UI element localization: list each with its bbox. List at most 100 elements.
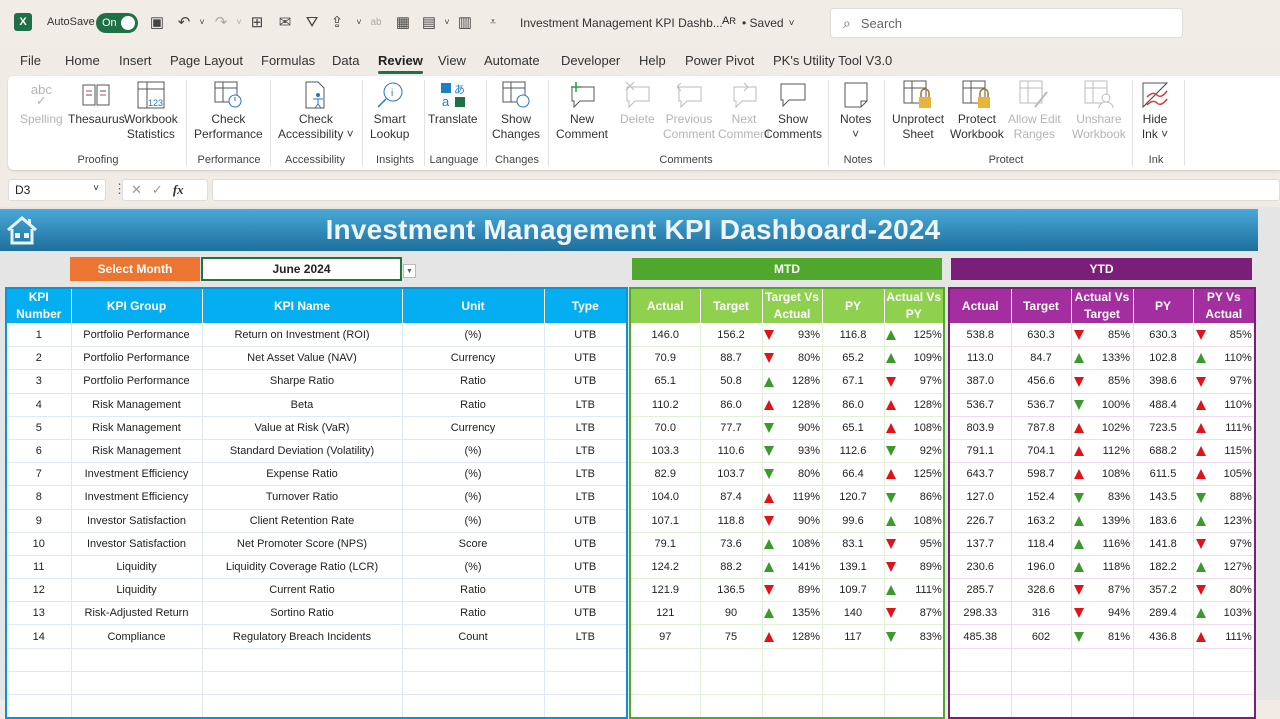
kpi-number[interactable]: 14 bbox=[5, 624, 72, 649]
empty-cell[interactable] bbox=[543, 693, 628, 719]
ytd-actual[interactable]: 113.0 bbox=[948, 346, 1012, 371]
empty-cell[interactable] bbox=[761, 693, 823, 719]
kpi-unit[interactable]: Currency bbox=[401, 415, 545, 440]
tab-insert[interactable]: Insert bbox=[119, 50, 152, 71]
kpi-name[interactable]: Sharpe Ratio bbox=[201, 369, 403, 394]
empty-cell[interactable] bbox=[70, 670, 203, 696]
spelling-button[interactable]: abc ✓ Spelling bbox=[20, 80, 63, 127]
kpi-type[interactable]: LTB bbox=[543, 485, 628, 510]
filter-icon[interactable]: ⛛ bbox=[303, 13, 321, 31]
ytd-py[interactable]: 630.3 bbox=[1132, 322, 1194, 348]
ytd-py[interactable]: 141.8 bbox=[1132, 531, 1194, 556]
empty-cell[interactable] bbox=[70, 693, 203, 719]
empty-cell[interactable] bbox=[1010, 693, 1072, 719]
kpi-name[interactable]: Value at Risk (VaR) bbox=[201, 415, 403, 440]
empty-cell[interactable] bbox=[699, 670, 763, 696]
saved-status[interactable]: • Saved ˅ bbox=[742, 16, 794, 30]
kpi-group[interactable]: Risk-Adjusted Return bbox=[70, 601, 203, 626]
kpi-number[interactable]: 2 bbox=[5, 346, 72, 371]
mtd-target[interactable]: 90 bbox=[699, 601, 763, 626]
empty-cell[interactable] bbox=[1132, 647, 1194, 672]
kpi-number[interactable]: 12 bbox=[5, 578, 72, 603]
empty-cell[interactable] bbox=[761, 647, 823, 672]
mtd-actual[interactable]: 82.9 bbox=[629, 462, 701, 487]
kpi-name[interactable]: Expense Ratio bbox=[201, 462, 403, 487]
mtd-target[interactable]: 88.7 bbox=[699, 346, 763, 371]
thesaurus-button[interactable]: Thesaurus bbox=[68, 80, 125, 127]
empty-cell[interactable] bbox=[948, 670, 1012, 696]
kpi-name[interactable]: Current Ratio bbox=[201, 578, 403, 603]
kpi-unit[interactable]: Score bbox=[401, 531, 545, 556]
mtd-actual[interactable]: 146.0 bbox=[629, 322, 701, 348]
autosave-toggle[interactable]: On bbox=[96, 13, 138, 33]
kpi-group[interactable]: Compliance bbox=[70, 624, 203, 649]
mtd-actual[interactable]: 110.2 bbox=[629, 392, 701, 417]
mtd-py[interactable]: 65.1 bbox=[821, 415, 885, 440]
mtd-actual[interactable]: 79.1 bbox=[629, 531, 701, 556]
ytd-py[interactable]: 688.2 bbox=[1132, 438, 1194, 464]
mtd-actual[interactable]: 104.0 bbox=[629, 485, 701, 510]
empty-cell[interactable] bbox=[5, 693, 72, 719]
formula-input[interactable] bbox=[212, 179, 1280, 201]
customize-toolbar-icon[interactable]: ⩡ bbox=[484, 13, 502, 31]
empty-cell[interactable] bbox=[70, 647, 203, 672]
ytd-actual[interactable]: 791.1 bbox=[948, 438, 1012, 464]
ytd-py[interactable]: 102.8 bbox=[1132, 346, 1194, 371]
empty-cell[interactable] bbox=[629, 693, 701, 719]
mtd-target[interactable]: 50.8 bbox=[699, 369, 763, 394]
mtd-py[interactable]: 86.0 bbox=[821, 392, 885, 417]
ytd-actual[interactable]: 230.6 bbox=[948, 554, 1012, 580]
kpi-group[interactable]: Portfolio Performance bbox=[70, 346, 203, 371]
empty-cell[interactable] bbox=[5, 647, 72, 672]
delete-comment-button[interactable]: Delete bbox=[620, 80, 655, 127]
kpi-type[interactable]: UTB bbox=[543, 531, 628, 556]
empty-cell[interactable] bbox=[1132, 693, 1194, 719]
kpi-unit[interactable]: Count bbox=[401, 624, 545, 649]
redo-dropdown-icon[interactable]: ˅ bbox=[230, 13, 248, 31]
mtd-target[interactable]: 77.7 bbox=[699, 415, 763, 440]
kpi-type[interactable]: UTB bbox=[543, 601, 628, 626]
empty-cell[interactable] bbox=[883, 647, 945, 672]
kpi-name[interactable]: Standard Deviation (Volatility) bbox=[201, 438, 403, 464]
mtd-actual[interactable]: 97 bbox=[629, 624, 701, 649]
empty-cell[interactable] bbox=[821, 693, 885, 719]
tab-file[interactable]: File bbox=[20, 50, 41, 71]
month-dropdown[interactable]: June 2024 bbox=[201, 257, 402, 281]
unprotect-sheet-button[interactable]: Unprotect Sheet bbox=[892, 80, 944, 142]
ytd-py[interactable]: 723.5 bbox=[1132, 415, 1194, 440]
mtd-target[interactable]: 118.8 bbox=[699, 508, 763, 533]
ytd-actual[interactable]: 485.38 bbox=[948, 624, 1012, 649]
mtd-py[interactable]: 139.1 bbox=[821, 554, 885, 580]
empty-cell[interactable] bbox=[401, 647, 545, 672]
kpi-name[interactable]: Liquidity Coverage Ratio (LCR) bbox=[201, 554, 403, 580]
kpi-name[interactable]: Return on Investment (ROI) bbox=[201, 322, 403, 348]
next-comment-button[interactable]: Next Comment bbox=[718, 80, 770, 142]
tab-developer[interactable]: Developer bbox=[561, 50, 620, 71]
ytd-actual[interactable]: 803.9 bbox=[948, 415, 1012, 440]
previous-comment-button[interactable]: Previous Comment bbox=[663, 80, 715, 142]
kpi-unit[interactable]: Ratio bbox=[401, 578, 545, 603]
mtd-target[interactable]: 110.6 bbox=[699, 438, 763, 464]
mtd-py[interactable]: 120.7 bbox=[821, 485, 885, 510]
empty-cell[interactable] bbox=[1192, 647, 1256, 672]
mtd-target[interactable]: 103.7 bbox=[699, 462, 763, 487]
kpi-type[interactable]: UTB bbox=[543, 578, 628, 603]
new-comment-button[interactable]: New Comment bbox=[556, 80, 608, 142]
mtd-py[interactable]: 117 bbox=[821, 624, 885, 649]
kpi-type[interactable]: UTB bbox=[543, 322, 628, 348]
dropdown-arrow-icon[interactable]: ▼ bbox=[403, 264, 416, 278]
ytd-py[interactable]: 611.5 bbox=[1132, 462, 1194, 487]
ytd-actual[interactable]: 387.0 bbox=[948, 369, 1012, 394]
kpi-unit[interactable]: Ratio bbox=[401, 601, 545, 626]
name-box[interactable]: D3 ˅ bbox=[8, 179, 106, 201]
kpi-unit[interactable]: Ratio bbox=[401, 369, 545, 394]
empty-cell[interactable] bbox=[1070, 670, 1134, 696]
allow-edit-ranges-button[interactable]: Allow Edit Ranges bbox=[1008, 80, 1061, 142]
empty-cell[interactable] bbox=[1192, 670, 1256, 696]
redo-icon[interactable]: ↷ bbox=[212, 13, 230, 31]
cancel-icon[interactable]: ✕ bbox=[131, 182, 142, 198]
tab-formulas[interactable]: Formulas bbox=[261, 50, 315, 71]
kpi-number[interactable]: 11 bbox=[5, 554, 72, 580]
kpi-group[interactable]: Investment Efficiency bbox=[70, 485, 203, 510]
ytd-target[interactable]: 328.6 bbox=[1010, 578, 1072, 603]
